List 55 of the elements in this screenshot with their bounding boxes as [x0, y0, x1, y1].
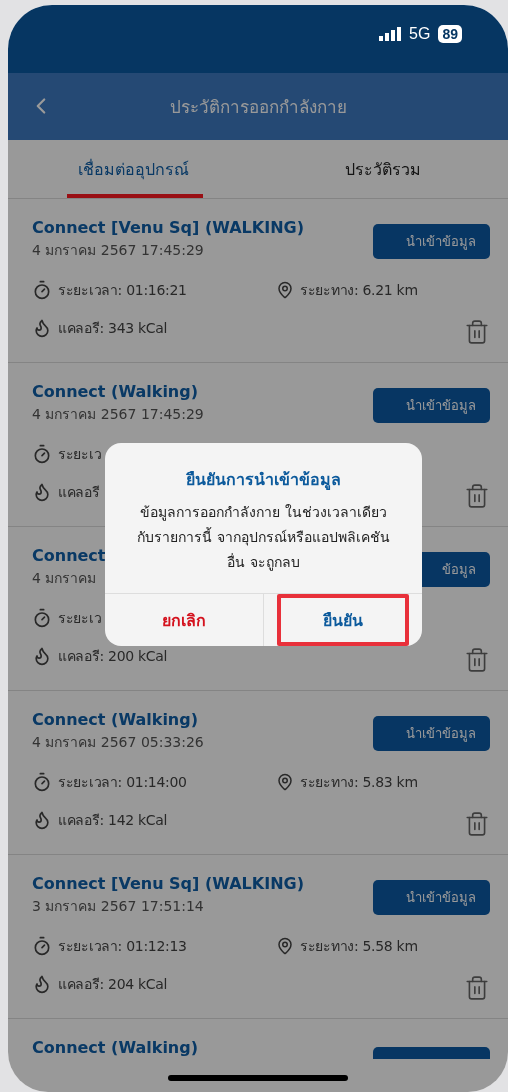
- duration-text: ระยะเว: [58, 445, 102, 464]
- map-pin-icon: [276, 281, 294, 299]
- duration-text: ระยะเวลา: 01:14:00: [58, 773, 187, 792]
- workout-date: 4 มกราคม: [32, 569, 98, 588]
- duration-text: ระยะเวลา: 01:12:13: [58, 937, 187, 956]
- flame-icon: [32, 318, 52, 338]
- stopwatch-icon: [32, 280, 52, 300]
- calories-text: แคลอรี: 142 kCal: [58, 811, 168, 830]
- workout-date: 4 มกราคม 2567 17:45:29: [32, 405, 204, 424]
- dialog-title: ยืนยันการนำเข้าข้อมูล: [185, 469, 342, 492]
- workout-title: Connect [Venu Sq] (WALKING): [32, 217, 304, 239]
- flame-icon: [32, 646, 52, 666]
- duration-text: ระยะเว: [58, 609, 102, 628]
- calories-text: แคลอรี: 343 kCal: [58, 319, 168, 338]
- trash-icon[interactable]: [464, 811, 490, 837]
- workout-date: 4 มกราคม 2567 05:33:26: [32, 733, 204, 752]
- signal-icon: [379, 27, 402, 41]
- page-title: ประวัติการออกกำลังกาย: [169, 96, 347, 119]
- distance-text: ระยะทาง: 5.58 km: [300, 937, 418, 956]
- battery-level: 89: [438, 25, 462, 43]
- workout-title: Connect [Venu Sq] (WALKING): [32, 873, 304, 895]
- import-button[interactable]: นำเข้าข้อมูล: [373, 388, 490, 423]
- import-button[interactable]: นำเข้าข้อมูล: [373, 880, 490, 915]
- stopwatch-icon: [32, 608, 52, 628]
- workout-title: Connect (Walking): [32, 709, 200, 731]
- workout-title: Connect (Walking): [32, 381, 200, 403]
- confirm-button[interactable]: ยืนยัน: [276, 594, 409, 646]
- flame-icon: [32, 810, 52, 830]
- distance-text: ระยะทาง: 6.21 km: [300, 281, 418, 300]
- trash-icon[interactable]: [464, 319, 490, 345]
- tab[interactable]: ประวัติรวม: [258, 140, 508, 198]
- distance-text: ระยะทาง: 5.83 km: [300, 773, 418, 792]
- map-pin-icon: [276, 937, 294, 955]
- workout-date: 3 มกราคม 2567 17:51:14: [32, 897, 205, 916]
- duration-text: ระยะเวลา: 01:16:21: [58, 281, 187, 300]
- flame-icon: [32, 974, 52, 994]
- import-button[interactable]: นำเข้าข้อมูล: [373, 716, 490, 751]
- network-label: 5G: [409, 25, 431, 43]
- workout-title: Connect (Walking): [32, 1037, 199, 1059]
- tab[interactable]: เชื่อมต่ออุปกรณ์: [8, 140, 258, 198]
- calories-text: แคลอรี: [58, 483, 100, 502]
- calories-text: แคลอรี: 200 kCal: [58, 647, 168, 666]
- cancel-button[interactable]: ยกเลิก: [105, 594, 264, 646]
- workout-title: Connect: [32, 545, 106, 567]
- stopwatch-icon: [32, 444, 52, 464]
- trash-icon[interactable]: [464, 647, 490, 673]
- stopwatch-icon: [32, 936, 52, 956]
- flame-icon: [32, 482, 52, 502]
- trash-icon[interactable]: [464, 483, 490, 509]
- calories-text: แคลอรี: 204 kCal: [58, 975, 168, 994]
- workout-date: 4 มกราคม 2567 17:45:29: [32, 241, 205, 260]
- trash-icon[interactable]: [464, 975, 490, 1001]
- stopwatch-icon: [32, 772, 52, 792]
- map-pin-icon: [276, 773, 294, 791]
- import-button[interactable]: นำเข้าข้อมูล: [373, 224, 490, 259]
